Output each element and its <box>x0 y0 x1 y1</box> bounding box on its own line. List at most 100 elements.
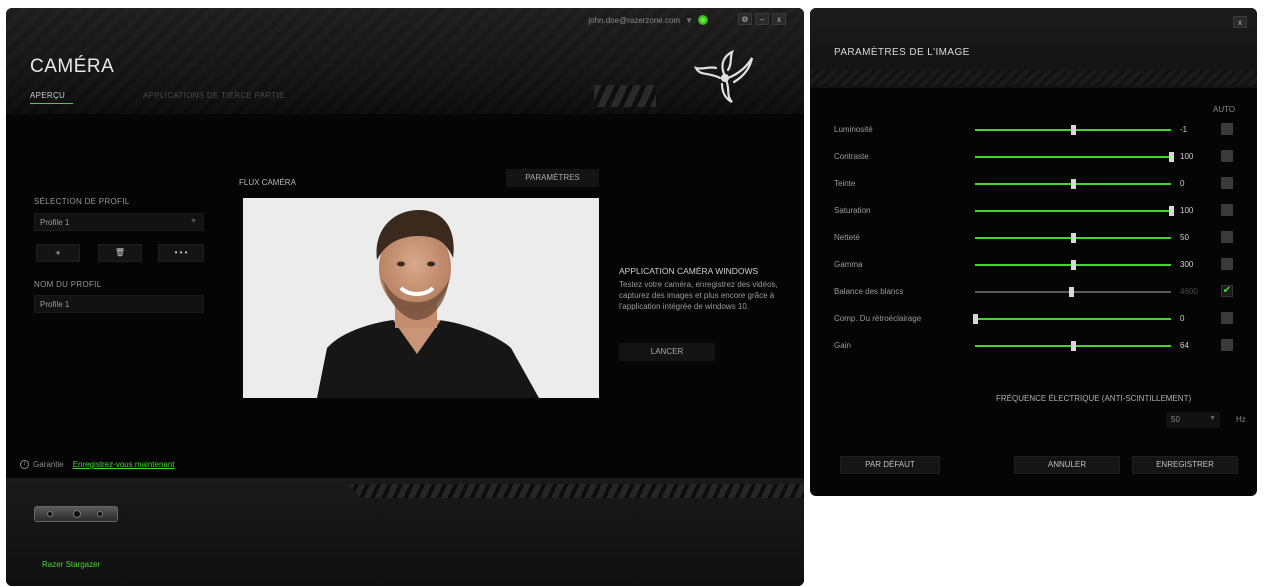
auto-checkbox[interactable] <box>1221 258 1233 270</box>
slider-track[interactable] <box>975 152 1174 162</box>
slider-track[interactable] <box>975 341 1171 351</box>
slider-row: Luminosité -1 <box>834 123 1254 137</box>
slider-thumb[interactable] <box>1071 125 1076 135</box>
close-button[interactable]: x <box>1233 16 1247 28</box>
slider-thumb[interactable] <box>1071 260 1076 270</box>
minimize-button[interactable]: – <box>755 13 769 25</box>
warranty-label: Garantie <box>33 460 64 469</box>
warranty-row: i Garantie Enregistrez-vous maintenant <box>20 460 175 469</box>
slider-track[interactable] <box>975 179 1171 189</box>
more-options-button[interactable]: • • • <box>158 244 204 262</box>
profile-select[interactable]: Profile 1 ▼ <box>34 213 204 231</box>
tab-bar: APERÇU APPLICATIONS DE TIERCE PARTIE <box>30 91 293 104</box>
auto-checkbox[interactable] <box>1221 231 1233 243</box>
profile-name-input[interactable]: Profile 1 <box>34 295 204 313</box>
close-button[interactable]: x <box>772 13 786 25</box>
camera-feed-preview <box>243 198 599 398</box>
main-header: john.doe@razerzone.com ▼ ⚙ – x CAMÉRA AP… <box>6 8 804 114</box>
online-status-icon <box>698 15 708 25</box>
slider-label: Netteté <box>834 233 860 242</box>
main-window: john.doe@razerzone.com ▼ ⚙ – x CAMÉRA AP… <box>6 8 804 586</box>
slider-value: 100 <box>1180 206 1194 215</box>
webcam-device-icon[interactable] <box>34 506 118 522</box>
slider-track[interactable] <box>975 206 1174 216</box>
slider-thumb[interactable] <box>973 314 978 324</box>
slider-track[interactable] <box>975 233 1171 243</box>
window-controls: ⚙ – x <box>738 13 786 25</box>
frequency-unit: Hz <box>1236 415 1246 424</box>
auto-checkbox[interactable] <box>1221 339 1233 351</box>
camera-person-image <box>243 198 599 398</box>
auto-checkbox-checked[interactable]: ✔ <box>1221 285 1233 297</box>
chevron-down-icon[interactable]: ▼ <box>685 16 693 25</box>
slider-thumb[interactable] <box>1069 287 1075 297</box>
auto-column-label: AUTO <box>1213 105 1236 114</box>
settings-gear-button[interactable]: ⚙ <box>738 13 752 25</box>
slider-label: Balance des blancs <box>834 287 904 296</box>
auto-checkbox[interactable] <box>1221 177 1233 189</box>
slider-row: Teinte 0 <box>834 177 1254 191</box>
slider-label: Luminosité <box>834 125 873 134</box>
side-title: PARAMÈTRES DE L'IMAGE <box>834 47 970 58</box>
profile-name-label: NOM DU PROFIL <box>34 280 102 289</box>
side-header-band <box>810 70 1257 86</box>
slider-thumb[interactable] <box>1169 206 1174 216</box>
slider-thumb[interactable] <box>1169 152 1174 162</box>
default-button[interactable]: PAR DÉFAUT <box>840 456 940 474</box>
device-footer: Razer Stargazer <box>6 478 804 586</box>
slider-track[interactable] <box>975 125 1171 135</box>
slider-track[interactable] <box>975 287 1171 297</box>
frequency-value: 50 <box>1171 415 1180 424</box>
header-hatch-decoration <box>594 85 656 107</box>
slider-label: Contraste <box>834 152 869 161</box>
account-menu[interactable]: john.doe@razerzone.com ▼ <box>588 15 708 25</box>
slider-value: 4600 <box>1180 287 1198 296</box>
windows-camera-app-description: Testez votre caméra, enregistrez des vid… <box>619 280 778 311</box>
register-now-link[interactable]: Enregistrez-vous maintenant <box>73 460 175 469</box>
auto-checkbox[interactable] <box>1221 312 1233 324</box>
account-email[interactable]: john.doe@razerzone.com <box>588 16 680 25</box>
slider-value: 300 <box>1180 260 1194 269</box>
cancel-button[interactable]: ANNULER <box>1014 456 1120 474</box>
footer-hatch-decoration <box>348 484 804 498</box>
slider-row: Saturation 100 <box>834 204 1254 218</box>
slider-value: 100 <box>1180 152 1194 161</box>
slider-value: 64 <box>1180 341 1189 350</box>
slider-track[interactable] <box>973 314 1171 324</box>
slider-row: Balance des blancs 4600 ✔ <box>834 285 1254 299</box>
slider-row: Gain 64 <box>834 339 1254 353</box>
auto-checkbox[interactable] <box>1221 204 1233 216</box>
slider-thumb[interactable] <box>1071 233 1076 243</box>
checkmark-icon: ✔ <box>1222 285 1232 296</box>
tab-third-party-apps[interactable]: APPLICATIONS DE TIERCE PARTIE <box>143 91 292 104</box>
auto-checkbox[interactable] <box>1221 123 1233 135</box>
slider-label: Gain <box>834 341 851 350</box>
chevron-down-icon: ▼ <box>1209 415 1216 422</box>
device-name[interactable]: Razer Stargazer <box>42 560 100 569</box>
tab-overview[interactable]: APERÇU <box>30 91 74 104</box>
image-settings-window: x PARAMÈTRES DE L'IMAGE AUTO Luminosité -… <box>810 8 1257 496</box>
slider-thumb[interactable] <box>1071 341 1076 351</box>
auto-checkbox[interactable] <box>1221 150 1233 162</box>
settings-button[interactable]: PARAMÈTRES <box>506 169 599 187</box>
save-button[interactable]: ENREGISTRER <box>1132 456 1238 474</box>
slider-label: Gamma <box>834 260 863 269</box>
frequency-select[interactable]: 50 ▼ <box>1166 412 1220 428</box>
slider-thumb[interactable] <box>1071 179 1076 189</box>
slider-row: Gamma 300 <box>834 258 1254 272</box>
page-title: CAMÉRA <box>30 56 115 77</box>
slider-value: 50 <box>1180 233 1189 242</box>
frequency-label: FRÉQUENCE ÉLECTRIQUE (ANTI-SCINTILLEMENT… <box>996 394 1192 403</box>
slider-row: Contraste 100 <box>834 150 1254 164</box>
camera-feed-label: FLUX CAMÉRA <box>239 178 296 187</box>
slider-label: Comp. Du rétroéclairage <box>834 314 922 323</box>
slider-row: Comp. Du rétroéclairage 0 <box>834 312 1254 326</box>
webcam-lens-icon <box>47 511 53 517</box>
windows-camera-app-title: APPLICATION CAMÉRA WINDOWS <box>619 266 759 276</box>
launch-button[interactable]: LANCER <box>619 343 715 361</box>
slider-track[interactable] <box>975 260 1171 270</box>
add-profile-button[interactable]: + <box>36 244 80 262</box>
slider-label: Saturation <box>834 206 871 215</box>
delete-profile-button[interactable]: 🗑 <box>98 244 142 262</box>
info-icon: i <box>20 460 29 469</box>
